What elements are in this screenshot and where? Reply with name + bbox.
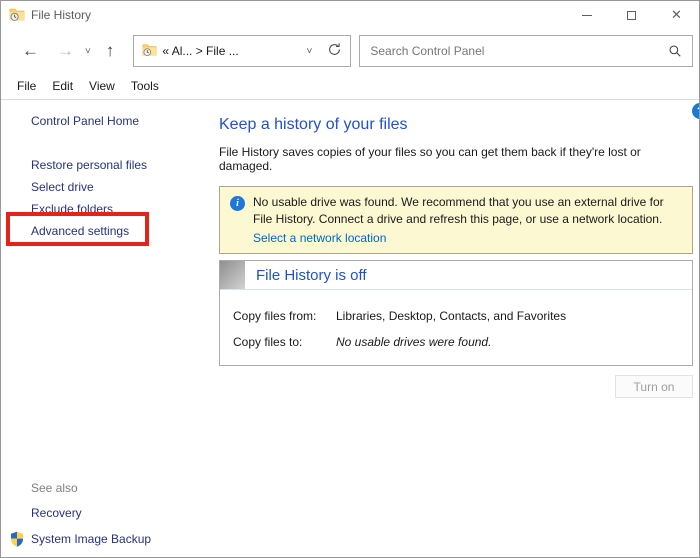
up-button[interactable]: ↑ [97,41,124,61]
maximize-button[interactable] [609,1,654,29]
menu-edit[interactable]: Edit [44,79,81,93]
copy-files-to-label: Copy files to: [233,335,336,349]
notice-text: No usable drive was found. We recommend … [253,194,682,228]
copy-files-to-row: Copy files to: No usable drives were fou… [233,335,692,349]
minimize-icon [582,15,592,16]
page-title: Keep a history of your files [219,116,693,134]
search-placeholder: Search Control Panel [370,44,484,58]
address-dropdown-chevron-icon[interactable]: ˅ [297,46,323,57]
status-title: File History is off [256,267,367,284]
search-input[interactable]: Search Control Panel [359,35,693,67]
sidebar-see-also-group: See also Recovery System Image Backup [1,476,219,551]
copy-files-from-label: Copy files from: [233,309,336,323]
refresh-button[interactable] [327,42,342,60]
titlebar: File History ✕ [1,1,699,29]
no-drive-notice: i No usable drive was found. We recommen… [219,186,693,254]
select-network-location-link[interactable]: Select a network location [253,231,386,245]
sidebar-item-advanced-settings[interactable]: Advanced settings [31,220,219,242]
search-icon [668,44,682,58]
file-history-status-panel: File History is off Copy files from: Lib… [219,260,693,366]
menu-tools[interactable]: Tools [123,79,167,93]
address-bar[interactable]: « Al... > File ... ˅ [133,35,351,67]
menu-view[interactable]: View [81,79,123,93]
window-controls: ✕ [564,1,699,29]
forward-button[interactable]: → [48,41,83,61]
main-pane: Keep a history of your files File Histor… [219,100,699,557]
sidebar-item-recovery[interactable]: Recovery [31,501,219,526]
status-panel-header: File History is off [220,261,692,290]
back-button[interactable]: ← [13,41,48,61]
menu-file[interactable]: File [9,79,44,93]
uac-shield-icon [9,531,25,547]
sidebar-item-select-drive[interactable]: Select drive [31,176,219,198]
copy-files-to-value: No usable drives were found. [336,335,491,349]
sidebar-item-restore-personal-files[interactable]: Restore personal files [31,154,219,176]
file-history-window: File History ✕ ← → ˅ ↑ « Al... > File ..… [0,0,700,558]
copy-files-from-value: Libraries, Desktop, Contacts, and Favori… [336,309,566,323]
navigation-toolbar: ← → ˅ ↑ « Al... > File ... ˅ [1,29,699,73]
address-folder-icon [142,42,157,60]
sidebar-item-system-image-backup[interactable]: System Image Backup [1,526,219,551]
drive-status-icon [220,261,245,289]
file-history-app-icon [9,6,25,25]
window-title: File History [31,8,91,22]
sidebar-item-exclude-folders[interactable]: Exclude folders [31,198,219,220]
recent-pages-chevron-icon[interactable]: ˅ [83,46,97,57]
copy-files-from-row: Copy files from: Libraries, Desktop, Con… [233,309,692,323]
system-image-backup-label: System Image Backup [31,532,151,546]
info-icon: i [230,196,245,211]
minimize-button[interactable] [564,1,609,29]
maximize-icon [627,11,636,20]
breadcrumb[interactable]: « Al... > File ... [162,44,238,58]
status-panel-body: Copy files from: Libraries, Desktop, Con… [220,290,692,365]
menu-bar: File Edit View Tools [1,73,699,100]
actions-row: Turn on [219,375,693,398]
turn-on-button[interactable]: Turn on [615,375,693,398]
close-icon: ✕ [671,7,682,23]
page-description: File History saves copies of your files … [219,145,693,173]
sidebar: Control Panel Home Restore personal file… [1,100,219,557]
sidebar-item-control-panel-home[interactable]: Control Panel Home [31,114,219,128]
close-button[interactable]: ✕ [654,1,699,29]
content-area: ? Control Panel Home Restore personal fi… [1,100,699,557]
see-also-label: See also [31,476,219,501]
